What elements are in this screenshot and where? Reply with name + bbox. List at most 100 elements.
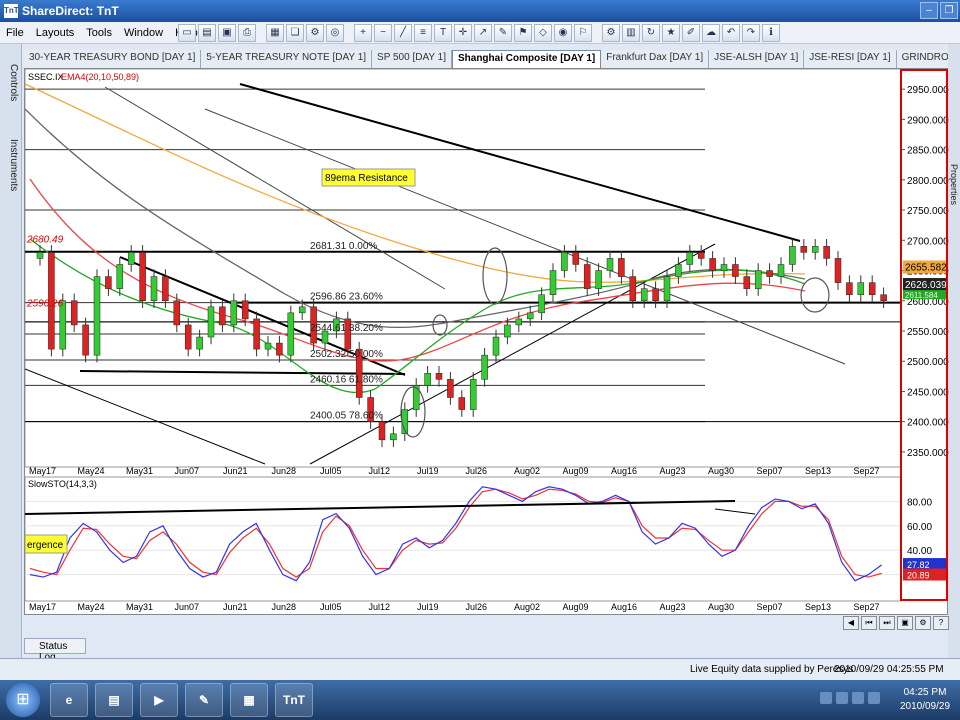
tag-icon[interactable]: ◇ (534, 24, 552, 42)
price-tick-label: 2900.000 (907, 115, 949, 126)
volume-icon[interactable] (852, 692, 864, 704)
settings-icon[interactable]: ⚙ (306, 24, 324, 42)
chart-panel[interactable]: 2950.000 2900.000 2850.000 2800.000 2750.000… (24, 68, 949, 616)
price-tick-label: 2500.000 (907, 357, 949, 368)
menu-window[interactable]: Window (118, 27, 169, 39)
info-icon[interactable]: ℹ (762, 24, 780, 42)
chart-tab[interactable]: SP 500 [DAY 1] (372, 50, 452, 68)
bookmark-icon[interactable]: ⚑ (514, 24, 532, 42)
candle-body (754, 270, 762, 289)
fib-label: 2544.61 38.20% (310, 323, 383, 334)
tab-controls[interactable]: Controls (3, 64, 19, 101)
tile-icon[interactable]: ▦ (266, 24, 284, 42)
open-icon[interactable]: ▤ (198, 24, 216, 42)
scroll-left-icon[interactable]: ◀ (843, 616, 859, 630)
new-chart-icon[interactable]: ▭ (178, 24, 196, 42)
document-icon[interactable]: ▦ (230, 683, 268, 717)
undo-icon[interactable]: ↶ (722, 24, 740, 42)
clock-date: 2010/09/29 (899, 701, 951, 712)
zoom-in-icon[interactable]: + (354, 24, 372, 42)
print-icon[interactable]: ⎙ (238, 24, 256, 42)
zoom-fit-icon[interactable]: ▣ (897, 616, 913, 630)
level-label: 2680.49 (26, 234, 64, 245)
title-bar: TnT ShareDirect: TnT – ❐ (0, 0, 960, 22)
candle-body (549, 270, 557, 295)
menu-tools[interactable]: Tools (80, 27, 118, 39)
battery-icon[interactable] (868, 692, 880, 704)
app-window: TnT ShareDirect: TnT – ❐ File Layouts To… (0, 0, 960, 720)
scroll-end-icon[interactable]: ⏭ (879, 616, 895, 630)
explorer-icon[interactable]: ▤ (95, 683, 133, 717)
chart-type-icon[interactable]: ◎ (326, 24, 344, 42)
crosshair-icon[interactable]: ✛ (454, 24, 472, 42)
chart-tab[interactable]: JSE-RESI [DAY 1] (804, 50, 897, 68)
date-label: Aug02 (514, 602, 540, 612)
candle-body (697, 252, 705, 259)
price-badge-lower-text: 2626.039 (905, 280, 947, 291)
menu-file[interactable]: File (0, 27, 30, 39)
date-label: Sep13 (805, 602, 831, 612)
date-label: Sep27 (854, 466, 880, 476)
help-icon[interactable]: ? (933, 616, 949, 630)
star-icon[interactable]: ★ (662, 24, 680, 42)
date-label: Aug16 (611, 466, 637, 476)
candle-body (868, 282, 876, 295)
pencil-icon[interactable]: ✎ (494, 24, 512, 42)
refresh-icon[interactable]: ↻ (642, 24, 660, 42)
date-label: Jun28 (272, 602, 297, 612)
candle-body (435, 373, 443, 380)
candle-body (652, 288, 659, 302)
chart-settings-icon[interactable]: ⚙ (915, 616, 931, 630)
fib-tool-icon[interactable]: ≡ (414, 24, 432, 42)
cascade-icon[interactable]: ❏ (286, 24, 304, 42)
candle-body (857, 282, 865, 295)
minimize-button[interactable]: – (920, 2, 938, 19)
fib-label: 2596.86 23.60% (310, 292, 383, 303)
redo-icon[interactable]: ↷ (742, 24, 760, 42)
arrow-tool-icon[interactable]: ↗ (474, 24, 492, 42)
restore-button[interactable]: ❐ (940, 2, 958, 19)
text-tool-icon[interactable]: T (434, 24, 452, 42)
camera-icon[interactable]: ◉ (554, 24, 572, 42)
media-icon[interactable]: ▶ (140, 683, 178, 717)
browser-icon[interactable]: e (50, 683, 88, 717)
tnt-app-icon[interactable]: TnT (275, 683, 313, 717)
candle-body (447, 379, 454, 398)
clock[interactable]: 04:25 PM 2010/09/29 (895, 686, 955, 714)
grid-icon[interactable]: ▥ (622, 24, 640, 42)
flag-icon[interactable]: ⚐ (574, 24, 592, 42)
date-label: Jul26 (466, 602, 488, 612)
line-tool-icon[interactable]: ╱ (394, 24, 412, 42)
chart-tab[interactable]: GRINDROD [DAY 1] (896, 50, 948, 68)
cloud-icon[interactable]: ☁ (702, 24, 720, 42)
chart-tab[interactable]: 5-YEAR TREASURY NOTE [DAY 1] (201, 50, 373, 68)
osc-tick-label: 80.00 (907, 497, 932, 508)
candle-body (458, 397, 466, 410)
status-log-tab[interactable]: Status Log (24, 638, 86, 663)
chart-tab[interactable]: Shanghai Composite [DAY 1] (451, 50, 602, 68)
candle-body (538, 294, 545, 314)
price-chart[interactable]: 2950.000 2900.000 2850.000 2800.000 2750.000… (25, 69, 949, 616)
brush-icon[interactable]: ✐ (682, 24, 700, 42)
candle-body (663, 276, 671, 302)
tools-icon[interactable]: ✎ (185, 683, 223, 717)
zoom-out-icon[interactable]: − (374, 24, 392, 42)
chart-nav-buttons: ◀ ⏮ ⏭ ▣ ⚙ ? (843, 616, 949, 630)
tab-properties[interactable]: Properties (949, 164, 959, 205)
start-button[interactable]: ⊞ (6, 683, 40, 717)
gear-icon[interactable]: ⚙ (602, 24, 620, 42)
candle-body (811, 246, 819, 253)
save-icon[interactable]: ▣ (218, 24, 236, 42)
osc-tick-label: 60.00 (907, 522, 932, 533)
date-label: Jul19 (417, 602, 439, 612)
scroll-start-icon[interactable]: ⏮ (861, 616, 877, 630)
chart-tabs: 30-YEAR TREASURY BOND [DAY 1] 5-YEAR TREA… (24, 50, 948, 68)
date-label: Aug02 (514, 466, 540, 476)
tray-icon[interactable] (820, 692, 832, 704)
chart-tab[interactable]: Frankfurt Dax [DAY 1] (601, 50, 710, 68)
tab-instruments[interactable]: Instruments (3, 139, 19, 191)
network-icon[interactable] (836, 692, 848, 704)
menu-layouts[interactable]: Layouts (30, 27, 81, 39)
chart-tab[interactable]: 30-YEAR TREASURY BOND [DAY 1] (24, 50, 202, 68)
chart-tab[interactable]: JSE-ALSH [DAY 1] (709, 50, 805, 68)
